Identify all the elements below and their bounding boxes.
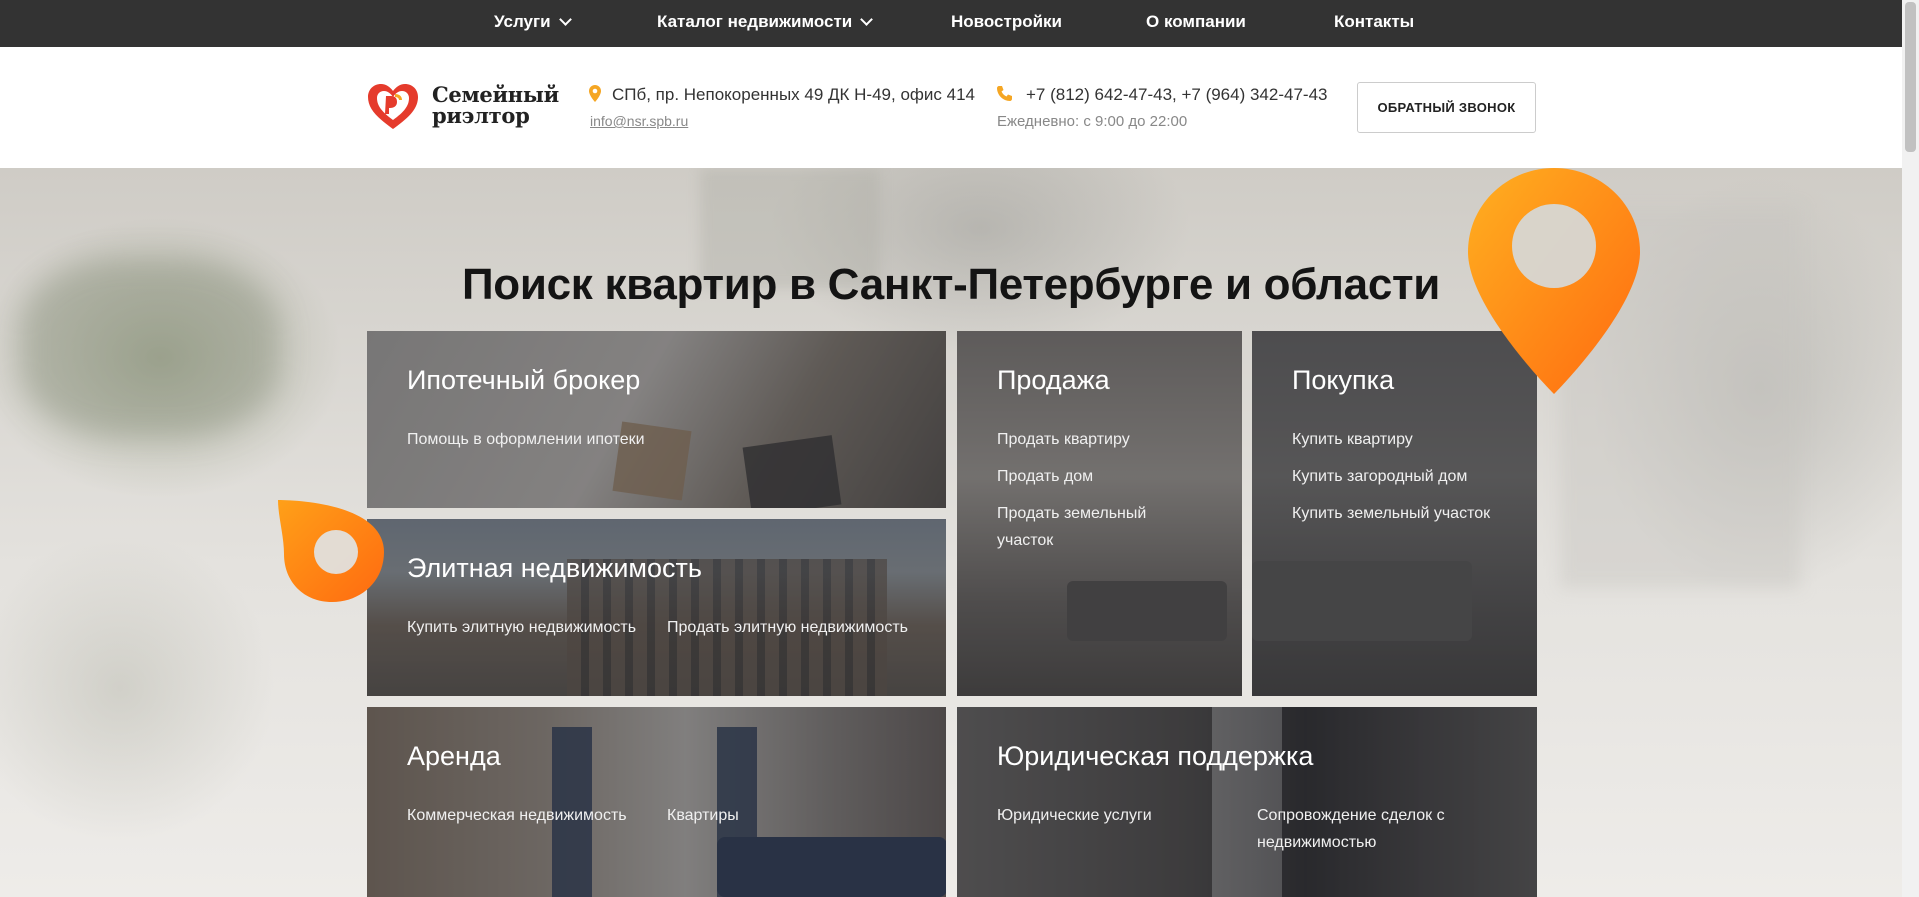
address-text: СПб, пр. Непокоренных 49 ДК Н-49, офис 4… bbox=[612, 85, 975, 104]
card-link[interactable]: Коммерческая недвижимость bbox=[407, 802, 627, 829]
nav-label: Новостройки bbox=[951, 12, 1063, 31]
logo-line-2: риэлтор bbox=[432, 103, 530, 128]
card-overlay bbox=[367, 519, 946, 696]
card-sale[interactable]: Продажа Продать квартиру Продать дом Про… bbox=[957, 331, 1242, 696]
nav-item-new-buildings[interactable]: Новостройки bbox=[951, 0, 1062, 47]
location-pin-icon bbox=[278, 500, 384, 602]
card-link[interactable]: Помощь в оформлении ипотеки bbox=[407, 426, 645, 453]
card-link[interactable]: Продать квартиру bbox=[997, 426, 1130, 453]
card-mortgage-broker[interactable]: Ипотечный брокер Помощь в оформлении ипо… bbox=[367, 331, 946, 508]
card-title: Аренда bbox=[407, 741, 501, 771]
card-title: Юридическая поддержка bbox=[997, 741, 1314, 771]
card-title: Продажа bbox=[997, 365, 1110, 395]
location-pin-icon bbox=[1468, 168, 1640, 394]
nav-label: Услуги bbox=[494, 12, 551, 31]
nav-label: О компании bbox=[1146, 12, 1246, 31]
card-link[interactable]: Продать земельный участок bbox=[997, 500, 1197, 554]
chevron-down-icon bbox=[860, 13, 874, 26]
hero-section: Поиск квартир в Санкт-Петербурге и облас… bbox=[0, 168, 1902, 897]
email-link[interactable]: info@nsr.spb.ru bbox=[590, 113, 688, 129]
card-link[interactable]: Продать дом bbox=[997, 463, 1093, 490]
card-link[interactable]: Квартиры bbox=[667, 802, 739, 829]
nav-item-catalog[interactable]: Каталог недвижимости bbox=[657, 0, 874, 47]
phone-icon bbox=[997, 86, 1012, 101]
card-link[interactable]: Купить элитную недвижимость bbox=[407, 614, 636, 641]
nav-label: Каталог недвижимости bbox=[657, 12, 853, 31]
nav-item-about[interactable]: О компании bbox=[1146, 0, 1246, 47]
logo-heart-icon bbox=[368, 84, 418, 129]
card-title: Элитная недвижимость bbox=[407, 553, 702, 583]
card-title: Покупка bbox=[1292, 365, 1395, 395]
card-link[interactable]: Купить квартиру bbox=[1292, 426, 1413, 453]
working-hours: Ежедневно: с 9:00 до 22:00 bbox=[997, 113, 1188, 130]
nav-item-services[interactable]: Услуги bbox=[494, 0, 572, 47]
top-navigation: Услуги Каталог недвижимости Новостройки … bbox=[0, 0, 1902, 47]
phone-numbers[interactable]: +7 (812) 642-47-43, +7 (964) 342-47-43 bbox=[1026, 85, 1327, 105]
logo-line-1: Семейный bbox=[432, 82, 559, 107]
card-elite-realty[interactable]: Элитная недвижимость Купить элитную недв… bbox=[367, 519, 946, 696]
card-link[interactable]: Продать элитную недвижимость bbox=[667, 614, 908, 641]
logo-text: Семейный риэлтор bbox=[432, 84, 559, 126]
location-pin-icon bbox=[589, 85, 601, 102]
logo[interactable]: Семейный риэлтор bbox=[366, 82, 566, 137]
scrollbar-thumb[interactable] bbox=[1905, 2, 1916, 152]
card-link[interactable]: Юридические услуги bbox=[997, 802, 1152, 829]
card-link[interactable]: Купить загородный дом bbox=[1292, 463, 1467, 490]
card-rent[interactable]: Аренда Коммерческая недвижимость Квартир… bbox=[367, 707, 946, 897]
callback-button[interactable]: ОБРАТНЫЙ ЗВОНОК bbox=[1357, 82, 1536, 133]
card-overlay bbox=[367, 331, 946, 508]
card-legal-support[interactable]: Юридическая поддержка Юридические услуги… bbox=[957, 707, 1537, 897]
nav-item-contacts[interactable]: Контакты bbox=[1334, 0, 1414, 47]
card-title: Ипотечный брокер bbox=[407, 365, 641, 395]
site-header: Семейный риэлтор СПб, пр. Непокоренных 4… bbox=[0, 47, 1902, 168]
chevron-down-icon bbox=[558, 13, 572, 26]
nav-label: Контакты bbox=[1334, 12, 1415, 31]
card-link[interactable]: Купить земельный участок bbox=[1292, 500, 1490, 527]
card-link[interactable]: Сопровождение сделок с недвижимостью bbox=[1257, 802, 1477, 856]
